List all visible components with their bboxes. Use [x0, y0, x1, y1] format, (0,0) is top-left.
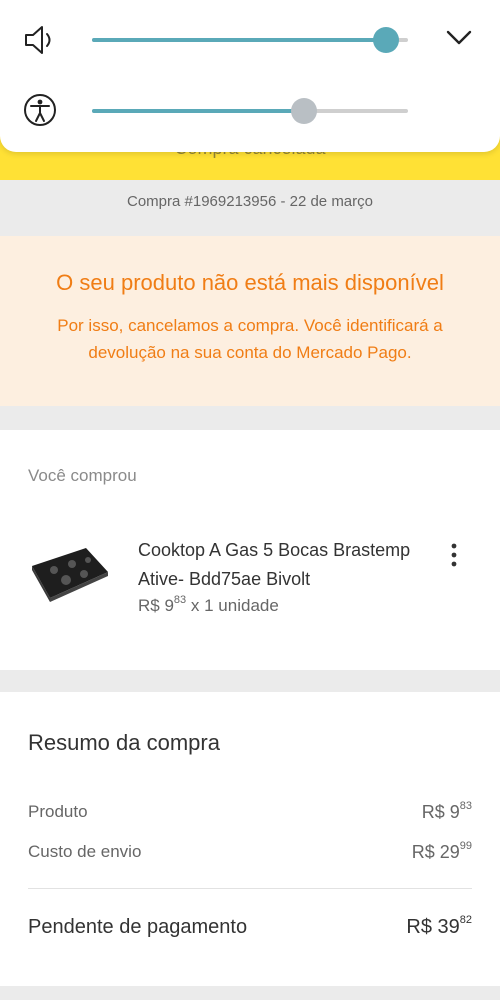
warning-message: Por isso, cancelamos a compra. Você iden…	[57, 316, 443, 362]
accessibility-volume-slider[interactable]	[92, 98, 408, 124]
order-id-date: Compra #1969213956 - 22 de março	[127, 193, 373, 210]
cancellation-warning: O seu produto não está mais disponível P…	[0, 236, 500, 406]
chevron-down-icon[interactable]	[444, 26, 474, 50]
accessibility-volume-thumb[interactable]	[290, 98, 317, 124]
divider	[28, 888, 472, 889]
accessibility-volume-fill	[92, 109, 304, 113]
summary-row-label: Custo de envio	[28, 842, 142, 861]
total-amount: R$ 3982	[406, 914, 472, 938]
summary-row-total: Pendente de pagamento R$ 3982	[28, 914, 472, 939]
product-quantity: x 1 unidade	[190, 596, 279, 615]
volume-panel	[0, 0, 500, 152]
price-cents: 83	[173, 594, 187, 606]
product-name[interactable]: Cooktop A Gas 5 Bocas Brastemp Ative- Bd…	[138, 536, 438, 594]
more-options-icon[interactable]	[446, 542, 462, 568]
summary-row-product: Produto R$ 983	[28, 800, 472, 823]
summary-title: Resumo da compra	[28, 730, 220, 755]
purchased-product-card: Você comprou Cooktop A Gas 5 Bocas Brast…	[0, 430, 500, 670]
media-volume-thumb[interactable]	[372, 27, 399, 53]
price-integer: R$ 9	[138, 596, 174, 615]
summary-row-amount: R$ 983	[421, 800, 472, 822]
media-volume-fill	[92, 38, 386, 42]
total-label: Pendente de pagamento	[28, 916, 248, 938]
summary-row-label: Produto	[28, 802, 88, 821]
purchase-summary: Resumo da compra Produto R$ 983 Custo de…	[0, 692, 500, 986]
media-volume-slider[interactable]	[92, 27, 408, 53]
speaker-icon[interactable]	[22, 22, 58, 58]
section-label: Você comprou	[28, 466, 137, 485]
summary-row-shipping: Custo de envio R$ 2999	[28, 840, 472, 863]
product-price: R$ 983 x 1 unidade	[138, 594, 279, 616]
product-image[interactable]	[26, 542, 112, 606]
accessibility-icon[interactable]	[22, 92, 58, 128]
warning-title: O seu produto não está mais disponível	[56, 270, 444, 295]
summary-row-amount: R$ 2999	[411, 840, 472, 862]
